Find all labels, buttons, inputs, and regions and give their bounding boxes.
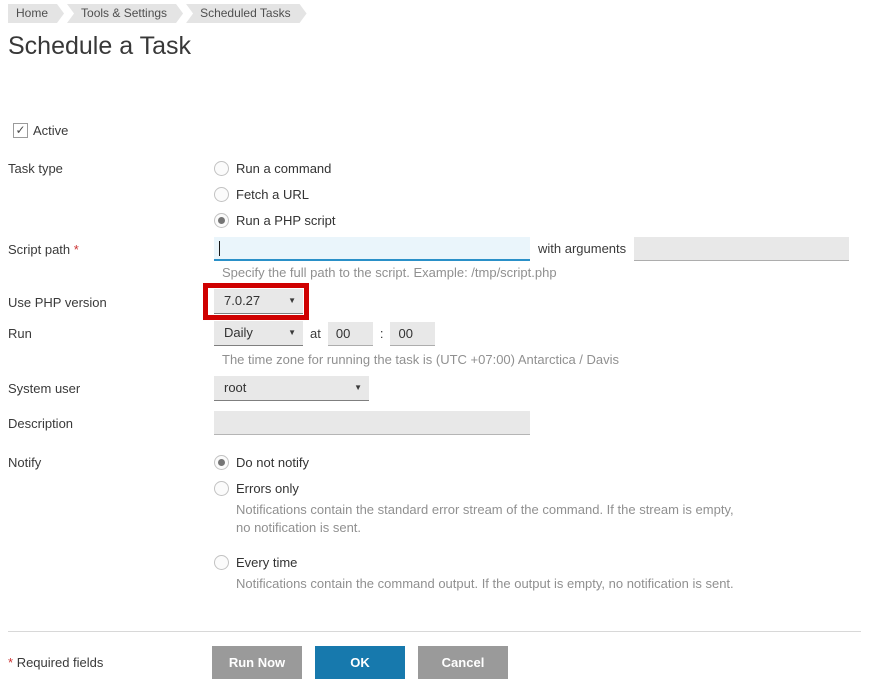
run-row: Run Daily ▼ at : <box>0 321 869 346</box>
script-path-input[interactable] <box>214 237 530 261</box>
breadcrumb-item-scheduled-tasks[interactable]: Scheduled Tasks <box>186 4 307 23</box>
arguments-input[interactable] <box>634 237 849 261</box>
radio-icon <box>214 555 229 570</box>
breadcrumb-item-tools-settings[interactable]: Tools & Settings <box>67 4 183 23</box>
run-frequency-select[interactable]: Daily ▼ <box>214 321 303 346</box>
task-type-label: Task type <box>0 155 214 233</box>
php-version-select-wrap: 7.0.27 ▼ <box>214 289 303 314</box>
radio-label: Fetch a URL <box>236 187 309 202</box>
footer-divider <box>8 631 861 632</box>
every-time-hint: Notifications contain the command output… <box>236 575 741 593</box>
radio-label: Every time <box>236 555 297 570</box>
system-user-row: System user root ▼ <box>0 376 869 401</box>
run-minute-input[interactable] <box>390 322 435 346</box>
chevron-down-icon: ▼ <box>354 376 362 400</box>
notify-label: Notify <box>0 449 214 605</box>
radio-run-a-command[interactable]: Run a command <box>214 155 335 181</box>
radio-fetch-a-url[interactable]: Fetch a URL <box>214 181 335 207</box>
required-note-text: Required fields <box>17 655 104 670</box>
run-frequency-value: Daily <box>224 325 253 340</box>
system-user-label: System user <box>0 376 214 401</box>
cancel-button[interactable]: Cancel <box>418 646 508 679</box>
script-path-label: Script path * <box>0 237 214 261</box>
breadcrumb: Home Tools & Settings Scheduled Tasks <box>8 4 869 23</box>
php-version-value: 7.0.27 <box>224 293 260 308</box>
script-path-hint: Specify the full path to the script. Exa… <box>222 265 869 280</box>
run-at-label: at <box>310 326 321 341</box>
script-path-label-text: Script path <box>8 242 70 257</box>
radio-label: Errors only <box>236 481 299 496</box>
run-label: Run <box>0 321 214 346</box>
chevron-down-icon: ▼ <box>288 321 296 345</box>
radio-icon <box>214 161 229 176</box>
required-fields-note: * Required fields <box>0 655 212 670</box>
description-row: Description <box>0 411 869 435</box>
script-path-row: Script path * with arguments <box>0 237 869 261</box>
radio-run-a-php-script[interactable]: Run a PHP script <box>214 207 335 233</box>
php-version-label: Use PHP version <box>0 289 214 314</box>
radio-icon <box>214 187 229 202</box>
active-row: ✓ Active <box>13 123 869 138</box>
script-path-controls: with arguments <box>214 237 849 261</box>
system-user-value: root <box>224 380 246 395</box>
required-asterisk: * <box>8 655 13 670</box>
with-arguments-label: with arguments <box>538 237 626 261</box>
radio-do-not-notify[interactable]: Do not notify <box>214 449 741 475</box>
run-hour-input[interactable] <box>328 322 373 346</box>
php-version-row: Use PHP version 7.0.27 ▼ <box>0 289 869 314</box>
errors-only-hint: Notifications contain the standard error… <box>236 501 741 537</box>
radio-errors-only[interactable]: Errors only <box>214 475 741 501</box>
system-user-select[interactable]: root ▼ <box>214 376 369 401</box>
radio-label: Run a PHP script <box>236 213 335 228</box>
footer: * Required fields Run Now OK Cancel <box>0 646 869 679</box>
check-icon: ✓ <box>15 123 25 137</box>
active-checkbox[interactable]: ✓ <box>13 123 28 138</box>
radio-every-time[interactable]: Every time <box>214 549 741 575</box>
script-path-input-wrap <box>214 237 530 261</box>
description-input[interactable] <box>214 411 530 435</box>
radio-icon <box>214 455 229 470</box>
php-version-select[interactable]: 7.0.27 ▼ <box>214 289 303 314</box>
required-asterisk: * <box>74 242 79 257</box>
radio-icon <box>214 213 229 228</box>
page-title: Schedule a Task <box>8 32 869 61</box>
schedule-task-form: ✓ Active Task type Run a command Fetch a… <box>0 123 869 605</box>
description-label: Description <box>0 411 214 435</box>
notify-row: Notify Do not notify Errors only Notific… <box>0 449 869 605</box>
run-controls: Daily ▼ at : <box>214 321 435 346</box>
radio-label: Run a command <box>236 161 331 176</box>
timezone-hint: The time zone for running the task is (U… <box>222 352 869 367</box>
run-now-button[interactable]: Run Now <box>212 646 302 679</box>
text-caret <box>219 241 220 256</box>
radio-icon <box>214 481 229 496</box>
radio-label: Do not notify <box>236 455 309 470</box>
chevron-down-icon: ▼ <box>288 289 296 313</box>
breadcrumb-item-home[interactable]: Home <box>8 4 64 23</box>
task-type-row: Task type Run a command Fetch a URL Run … <box>0 155 869 233</box>
notify-options: Do not notify Errors only Notifications … <box>214 449 741 605</box>
ok-button[interactable]: OK <box>315 646 405 679</box>
active-label: Active <box>33 123 68 138</box>
task-type-options: Run a command Fetch a URL Run a PHP scri… <box>214 155 335 233</box>
time-separator: : <box>380 326 384 341</box>
